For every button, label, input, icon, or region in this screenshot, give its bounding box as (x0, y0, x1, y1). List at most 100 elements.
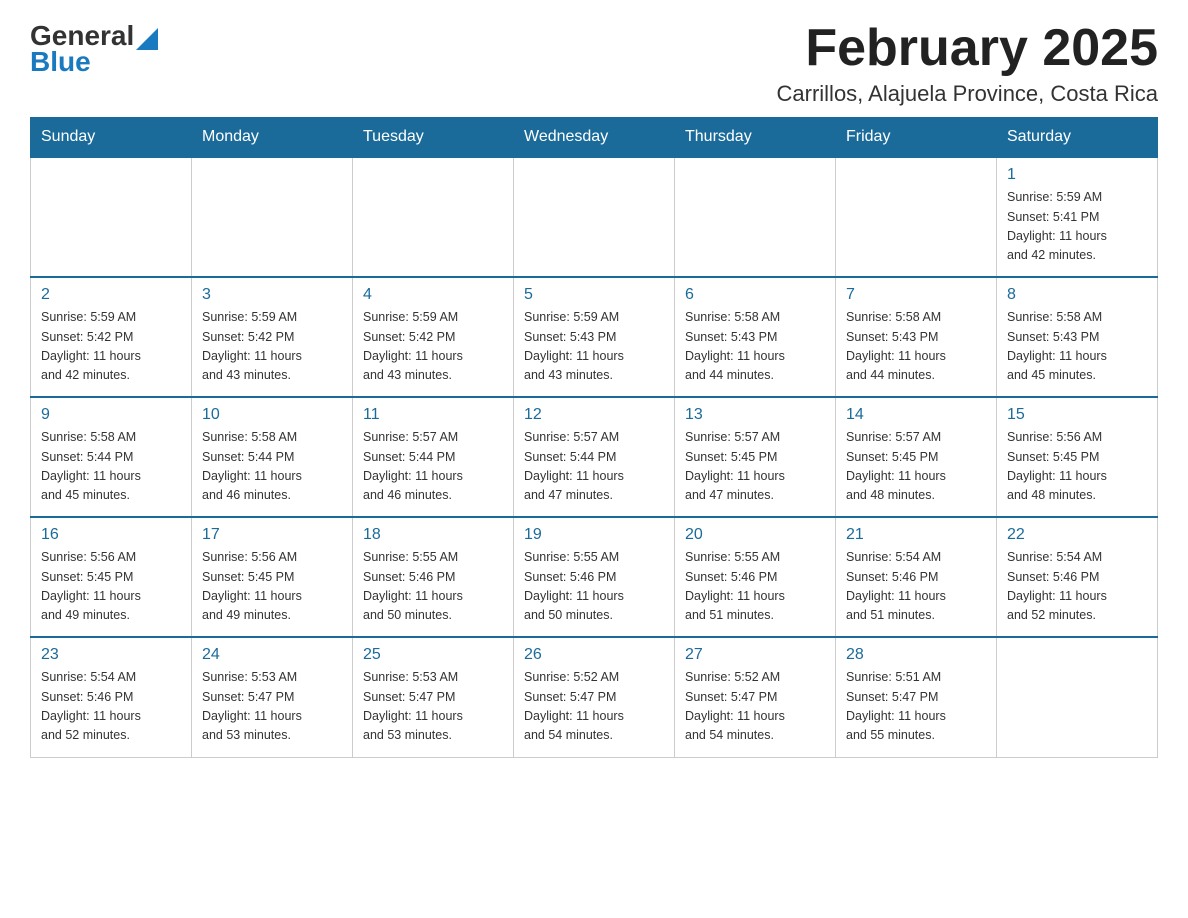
table-row: 18 Sunrise: 5:55 AMSunset: 5:46 PMDayligh… (353, 517, 514, 637)
day-number: 27 (685, 646, 825, 664)
col-saturday: Saturday (997, 118, 1158, 158)
day-info: Sunrise: 5:58 AMSunset: 5:43 PMDaylight:… (685, 308, 825, 386)
day-info: Sunrise: 5:53 AMSunset: 5:47 PMDaylight:… (363, 668, 503, 746)
day-info: Sunrise: 5:59 AMSunset: 5:42 PMDaylight:… (202, 308, 342, 386)
table-row: 16 Sunrise: 5:56 AMSunset: 5:45 PMDayligh… (31, 517, 192, 637)
day-number: 28 (846, 646, 986, 664)
day-info: Sunrise: 5:57 AMSunset: 5:44 PMDaylight:… (524, 428, 664, 506)
title-section: February 2025 Carrillos, Alajuela Provin… (777, 20, 1159, 107)
day-info: Sunrise: 5:56 AMSunset: 5:45 PMDaylight:… (41, 548, 181, 626)
table-row: 3 Sunrise: 5:59 AMSunset: 5:42 PMDaylight… (192, 277, 353, 397)
calendar-week-row: 2 Sunrise: 5:59 AMSunset: 5:42 PMDaylight… (31, 277, 1158, 397)
calendar-table: Sunday Monday Tuesday Wednesday Thursday… (30, 117, 1158, 758)
day-number: 26 (524, 646, 664, 664)
table-row: 4 Sunrise: 5:59 AMSunset: 5:42 PMDaylight… (353, 277, 514, 397)
day-number: 16 (41, 526, 181, 544)
col-friday: Friday (836, 118, 997, 158)
day-number: 22 (1007, 526, 1147, 544)
day-number: 25 (363, 646, 503, 664)
day-number: 10 (202, 406, 342, 424)
day-info: Sunrise: 5:54 AMSunset: 5:46 PMDaylight:… (1007, 548, 1147, 626)
day-info: Sunrise: 5:57 AMSunset: 5:44 PMDaylight:… (363, 428, 503, 506)
day-number: 3 (202, 286, 342, 304)
day-number: 20 (685, 526, 825, 544)
day-info: Sunrise: 5:58 AMSunset: 5:43 PMDaylight:… (1007, 308, 1147, 386)
location-title: Carrillos, Alajuela Province, Costa Rica (777, 81, 1159, 107)
day-number: 12 (524, 406, 664, 424)
table-row: 21 Sunrise: 5:54 AMSunset: 5:46 PMDayligh… (836, 517, 997, 637)
day-number: 21 (846, 526, 986, 544)
day-info: Sunrise: 5:54 AMSunset: 5:46 PMDaylight:… (846, 548, 986, 626)
day-number: 7 (846, 286, 986, 304)
table-row (353, 157, 514, 277)
day-number: 8 (1007, 286, 1147, 304)
table-row: 14 Sunrise: 5:57 AMSunset: 5:45 PMDayligh… (836, 397, 997, 517)
table-row: 8 Sunrise: 5:58 AMSunset: 5:43 PMDaylight… (997, 277, 1158, 397)
day-info: Sunrise: 5:59 AMSunset: 5:43 PMDaylight:… (524, 308, 664, 386)
day-number: 23 (41, 646, 181, 664)
day-number: 19 (524, 526, 664, 544)
table-row (514, 157, 675, 277)
table-row (675, 157, 836, 277)
table-row: 20 Sunrise: 5:55 AMSunset: 5:46 PMDayligh… (675, 517, 836, 637)
day-info: Sunrise: 5:52 AMSunset: 5:47 PMDaylight:… (685, 668, 825, 746)
day-info: Sunrise: 5:57 AMSunset: 5:45 PMDaylight:… (846, 428, 986, 506)
month-title: February 2025 (777, 20, 1159, 77)
day-number: 4 (363, 286, 503, 304)
page-header: General Blue February 2025 Carrillos, Al… (30, 20, 1158, 107)
day-number: 17 (202, 526, 342, 544)
table-row: 12 Sunrise: 5:57 AMSunset: 5:44 PMDayligh… (514, 397, 675, 517)
table-row: 6 Sunrise: 5:58 AMSunset: 5:43 PMDaylight… (675, 277, 836, 397)
day-info: Sunrise: 5:55 AMSunset: 5:46 PMDaylight:… (363, 548, 503, 626)
col-thursday: Thursday (675, 118, 836, 158)
day-info: Sunrise: 5:56 AMSunset: 5:45 PMDaylight:… (1007, 428, 1147, 506)
day-number: 14 (846, 406, 986, 424)
day-info: Sunrise: 5:58 AMSunset: 5:44 PMDaylight:… (41, 428, 181, 506)
col-tuesday: Tuesday (353, 118, 514, 158)
day-info: Sunrise: 5:51 AMSunset: 5:47 PMDaylight:… (846, 668, 986, 746)
calendar-header-row: Sunday Monday Tuesday Wednesday Thursday… (31, 118, 1158, 158)
table-row: 7Sunrise: 5:58 AMSunset: 5:43 PMDaylight… (836, 277, 997, 397)
table-row: 9 Sunrise: 5:58 AMSunset: 5:44 PMDaylight… (31, 397, 192, 517)
table-row: 2Sunrise: 5:59 AMSunset: 5:42 PMDaylight… (31, 277, 192, 397)
col-wednesday: Wednesday (514, 118, 675, 158)
table-row: 28 Sunrise: 5:51 AMSunset: 5:47 PMDayligh… (836, 637, 997, 757)
day-info: Sunrise: 5:59 AMSunset: 5:41 PMDaylight:… (1007, 188, 1147, 266)
table-row: 10 Sunrise: 5:58 AMSunset: 5:44 PMDayligh… (192, 397, 353, 517)
day-number: 9 (41, 406, 181, 424)
col-monday: Monday (192, 118, 353, 158)
day-number: 1 (1007, 166, 1147, 184)
table-row (31, 157, 192, 277)
table-row (836, 157, 997, 277)
table-row: 11 Sunrise: 5:57 AMSunset: 5:44 PMDayligh… (353, 397, 514, 517)
table-row: 15Sunrise: 5:56 AMSunset: 5:45 PMDayligh… (997, 397, 1158, 517)
day-number: 13 (685, 406, 825, 424)
day-info: Sunrise: 5:54 AMSunset: 5:46 PMDaylight:… (41, 668, 181, 746)
day-number: 11 (363, 406, 503, 424)
day-info: Sunrise: 5:55 AMSunset: 5:46 PMDaylight:… (685, 548, 825, 626)
col-sunday: Sunday (31, 118, 192, 158)
table-row: 5 Sunrise: 5:59 AMSunset: 5:43 PMDaylight… (514, 277, 675, 397)
table-row: 17 Sunrise: 5:56 AMSunset: 5:45 PMDayligh… (192, 517, 353, 637)
logo-blue: Blue (30, 46, 158, 78)
day-number: 6 (685, 286, 825, 304)
table-row (192, 157, 353, 277)
day-number: 2 (41, 286, 181, 304)
table-row: 24Sunrise: 5:53 AMSunset: 5:47 PMDayligh… (192, 637, 353, 757)
day-info: Sunrise: 5:56 AMSunset: 5:45 PMDaylight:… (202, 548, 342, 626)
day-info: Sunrise: 5:59 AMSunset: 5:42 PMDaylight:… (363, 308, 503, 386)
day-info: Sunrise: 5:55 AMSunset: 5:46 PMDaylight:… (524, 548, 664, 626)
table-row: 25 Sunrise: 5:53 AMSunset: 5:47 PMDayligh… (353, 637, 514, 757)
day-number: 18 (363, 526, 503, 544)
table-row: 22 Sunrise: 5:54 AMSunset: 5:46 PMDayligh… (997, 517, 1158, 637)
day-info: Sunrise: 5:52 AMSunset: 5:47 PMDaylight:… (524, 668, 664, 746)
calendar-week-row: 23 Sunrise: 5:54 AMSunset: 5:46 PMDayligh… (31, 637, 1158, 757)
day-number: 5 (524, 286, 664, 304)
day-info: Sunrise: 5:57 AMSunset: 5:45 PMDaylight:… (685, 428, 825, 506)
logo: General Blue (30, 20, 158, 78)
table-row: 27 Sunrise: 5:52 AMSunset: 5:47 PMDayligh… (675, 637, 836, 757)
day-info: Sunrise: 5:58 AMSunset: 5:44 PMDaylight:… (202, 428, 342, 506)
table-row (997, 637, 1158, 757)
day-number: 24 (202, 646, 342, 664)
calendar-week-row: 1 Sunrise: 5:59 AMSunset: 5:41 PMDaylight… (31, 157, 1158, 277)
